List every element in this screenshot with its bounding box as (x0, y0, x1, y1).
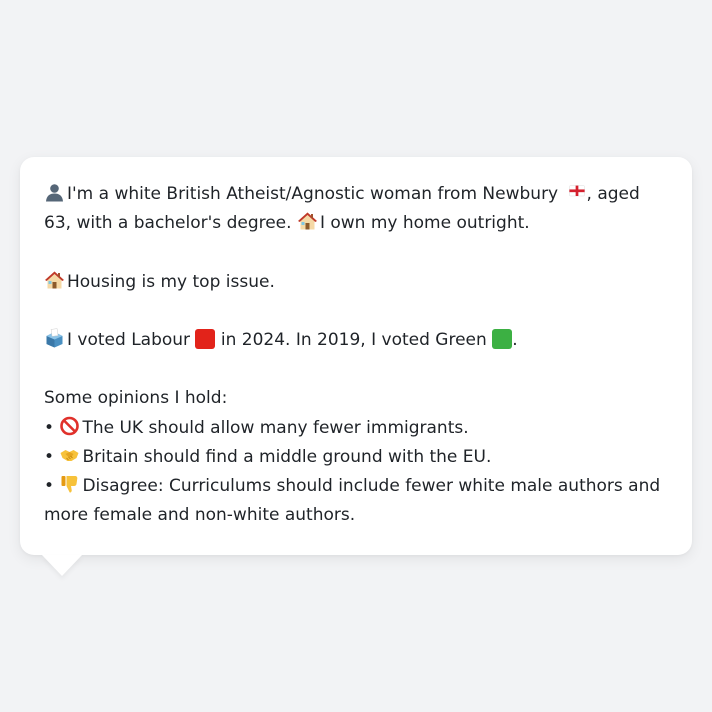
thumbs-down-icon (61, 475, 78, 493)
opinion-item: • The UK should allow many fewer immigra… (44, 414, 668, 443)
profile-intro: I'm a white British Atheist/Agnostic wom… (44, 180, 668, 238)
profile-card: I'm a white British Atheist/Agnostic wom… (20, 157, 692, 555)
intro-text: I'm a white British Atheist/Agnostic wom… (67, 184, 559, 204)
opinion-text: Britain should find a middle ground with… (82, 446, 492, 467)
ballot-box-icon (46, 328, 63, 348)
person-silhouette-icon (46, 184, 63, 202)
opinion-text: The UK should allow many fewer immigrant… (82, 417, 469, 438)
vote-period: . (512, 329, 518, 350)
handshake-icon (60, 449, 79, 461)
opinion-item: • Disagree: Curriculums should include f… (44, 472, 668, 530)
prohibited-icon (60, 416, 80, 435)
bullet: • (44, 417, 55, 438)
labour-red-square-icon (195, 328, 216, 349)
bullet: • (44, 475, 55, 496)
home-ownership-text: I own my home outright. (319, 213, 530, 234)
opinion-item: • Britain should find a middle ground wi… (44, 443, 668, 472)
top-issue-text: Housing is my top issue. (67, 271, 275, 292)
house-icon (45, 271, 64, 289)
bullet: • (44, 446, 55, 467)
vote-2019-text: in 2024. In 2019, I voted Green (220, 329, 487, 350)
vote-2024-text: I voted Labour (67, 329, 191, 350)
green-square-icon (492, 328, 513, 349)
voting-history-line: I voted Labour in 2024. In 2019, I voted… (44, 326, 668, 355)
top-issue-line: Housing is my top issue. (44, 268, 668, 297)
england-flag-icon (568, 185, 585, 197)
house-icon (297, 212, 317, 230)
speech-bubble-tail (42, 555, 82, 576)
opinions-heading: Some opinions I hold: (44, 388, 228, 409)
opinion-text: Disagree: Curriculums should include few… (44, 475, 661, 526)
